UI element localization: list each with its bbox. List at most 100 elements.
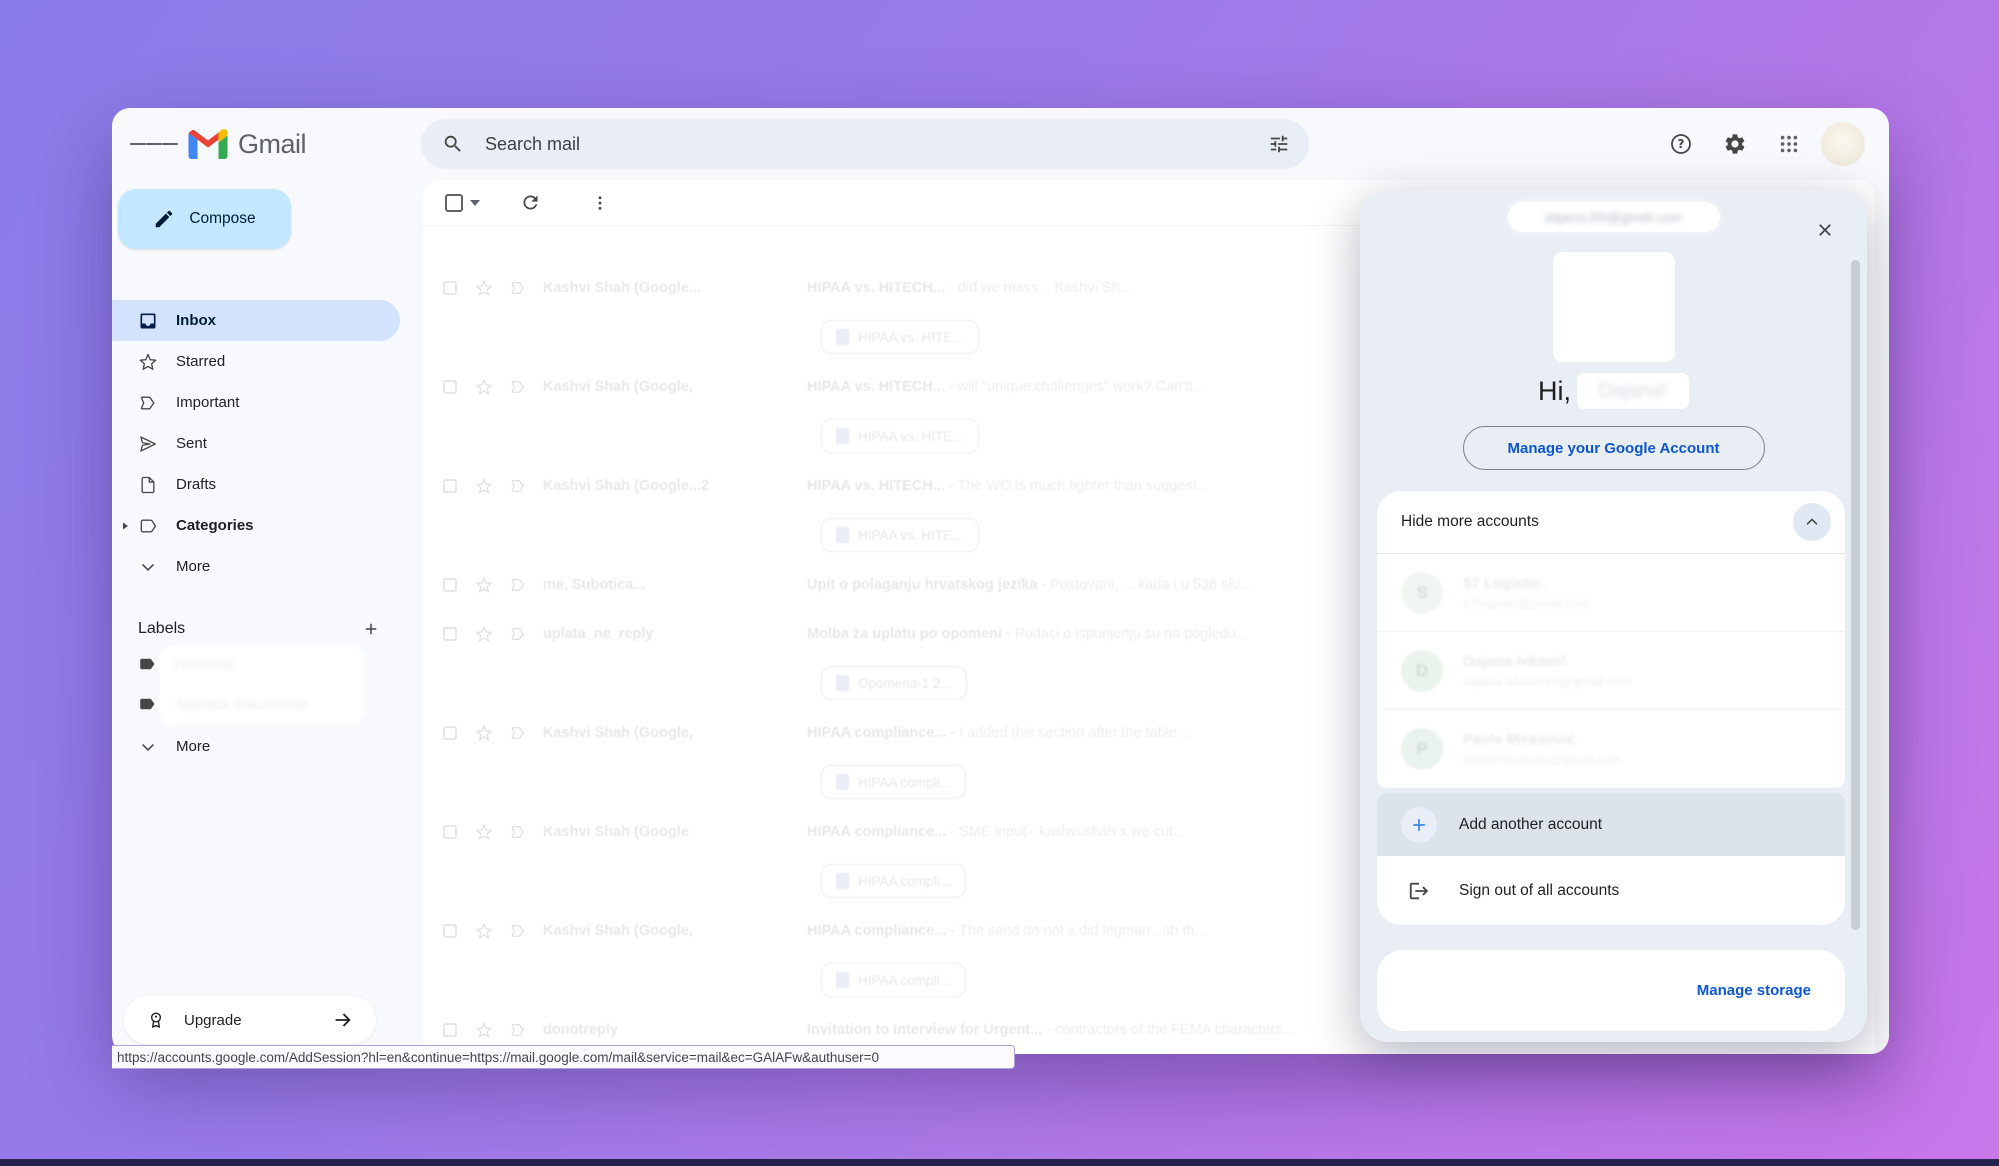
sidebar: Compose Inbox Starred Important Sent: [112, 180, 423, 1054]
sidebar-item-more[interactable]: More: [112, 546, 400, 587]
search-options-icon[interactable]: [1257, 122, 1301, 166]
attachment-chip[interactable]: Opomena-1 2...: [821, 666, 967, 700]
account-email: dajana.93i@gmail.com: [1545, 210, 1683, 225]
row-important-icon[interactable]: [509, 378, 527, 396]
row-important-icon[interactable]: [509, 625, 527, 643]
label-item[interactable]: Personal: [112, 644, 423, 684]
search-input[interactable]: Search mail: [485, 134, 1257, 155]
account-row[interactable]: D Dajana Ivković dajana.ivkovic93@gmail.…: [1377, 632, 1845, 710]
row-star-icon[interactable]: [475, 378, 493, 396]
email-subject: HIPAA compliance...: [807, 725, 946, 741]
row-checkbox-icon[interactable]: [441, 1021, 459, 1039]
row-important-icon[interactable]: [509, 1021, 527, 1039]
row-checkbox-icon[interactable]: [441, 378, 459, 396]
sidebar-item-starred[interactable]: Starred: [112, 341, 400, 382]
row-star-icon[interactable]: [475, 279, 493, 297]
hamburger-menu-icon[interactable]: [130, 120, 178, 168]
row-important-icon[interactable]: [509, 724, 527, 742]
attachment-chip[interactable]: HIPAA vs. HITE...: [821, 320, 979, 354]
account-row[interactable]: S 57 Logistic. s7logistic@gmail.com: [1377, 554, 1845, 632]
account-avatar-placeholder[interactable]: [1553, 252, 1675, 362]
sent-icon: [138, 434, 158, 454]
apps-grid-icon[interactable]: [1767, 122, 1811, 166]
sidebar-item-important[interactable]: Important: [112, 382, 400, 423]
email-sender: me, Subotica...: [543, 577, 791, 593]
create-label-plus-icon[interactable]: [362, 620, 380, 638]
row-checkbox-icon[interactable]: [441, 576, 459, 594]
email-sender: donotreply: [543, 1022, 791, 1038]
row-star-icon[interactable]: [475, 477, 493, 495]
manage-google-account-button[interactable]: Manage your Google Account: [1463, 426, 1765, 470]
row-checkbox-icon[interactable]: [441, 724, 459, 742]
row-checkbox-icon[interactable]: [441, 922, 459, 940]
row-star-icon[interactable]: [475, 576, 493, 594]
label-item[interactable]: Tegratta dokumenta: [112, 684, 423, 724]
account-row[interactable]: P Pavle Mirasović pavlemirasovic@gmail.c…: [1377, 710, 1845, 788]
row-important-icon[interactable]: [509, 823, 527, 841]
profile-avatar[interactable]: [1821, 122, 1865, 166]
row-important-icon[interactable]: [509, 279, 527, 297]
hide-more-accounts-row[interactable]: Hide more accounts: [1377, 491, 1845, 554]
email-snippet: - The send do not x did legman...ab th..…: [950, 923, 1206, 939]
attachment-name: HIPAA compli...: [858, 775, 951, 790]
attachment-chip[interactable]: HIPAA compli...: [821, 864, 966, 898]
row-star-icon[interactable]: [475, 625, 493, 643]
refresh-icon[interactable]: [510, 183, 550, 223]
account-email: dajana.ivkovic93@gmail.com: [1463, 674, 1632, 689]
sidebar-item-label: Drafts: [176, 476, 216, 493]
close-icon[interactable]: [1805, 210, 1845, 250]
attachment-chip[interactable]: HIPAA vs. HITE...: [821, 518, 979, 552]
caret-right-icon: [120, 521, 130, 531]
row-star-icon[interactable]: [475, 1021, 493, 1039]
accounts-card: Hide more accounts S 57 Logistic. s7logi…: [1377, 491, 1845, 788]
sign-out-all-button[interactable]: Sign out of all accounts: [1377, 856, 1845, 925]
attachment-name: HIPAA vs. HITE...: [858, 330, 964, 345]
account-avatar: S: [1401, 572, 1443, 614]
row-checkbox-icon[interactable]: [441, 625, 459, 643]
upgrade-label: Upgrade: [184, 1012, 242, 1029]
row-checkbox-icon[interactable]: [441, 823, 459, 841]
row-checkbox-icon[interactable]: [441, 477, 459, 495]
chevron-up-icon[interactable]: [1793, 503, 1831, 541]
labels-more[interactable]: More: [112, 726, 400, 767]
select-all-checkbox[interactable]: [445, 194, 480, 212]
row-checkbox-icon[interactable]: [441, 279, 459, 297]
email-snippet: - will "unique challenges" work? Can'tl.…: [949, 379, 1205, 395]
more-options-kebab-icon[interactable]: [580, 183, 620, 223]
storage-card: Manage storage: [1377, 950, 1845, 1031]
row-star-icon[interactable]: [475, 823, 493, 841]
compose-button[interactable]: Compose: [118, 189, 291, 249]
popup-scrollbar[interactable]: [1851, 260, 1860, 930]
email-sender: Kashvi Shah (Google,: [543, 725, 791, 741]
add-another-account-button[interactable]: Add another account: [1377, 793, 1845, 856]
link-status-bar: https://accounts.google.com/AddSession?h…: [112, 1045, 1015, 1069]
select-dropdown-icon: [470, 200, 480, 206]
labels-list: Personal Tegratta dokumenta: [112, 644, 423, 724]
manage-storage-link[interactable]: Manage storage: [1697, 982, 1811, 999]
sidebar-item-drafts[interactable]: Drafts: [112, 464, 400, 505]
sidebar-item-sent[interactable]: Sent: [112, 423, 400, 464]
sidebar-item-inbox[interactable]: Inbox: [112, 300, 400, 341]
attachment-chip[interactable]: HIPAA vs. HITE...: [821, 419, 979, 453]
account-name: Dajana Ivković: [1463, 653, 1632, 670]
search-icon[interactable]: [431, 122, 475, 166]
row-important-icon[interactable]: [509, 477, 527, 495]
attachment-chip[interactable]: HIPAA compli...: [821, 765, 966, 799]
attachment-chip[interactable]: HIPAA compli...: [821, 963, 966, 997]
important-icon: [138, 393, 158, 413]
sidebar-item-label: Inbox: [176, 312, 216, 329]
email-snippet: - Podaci o ispunjenju su na pogledu...: [1006, 626, 1248, 642]
row-star-icon[interactable]: [475, 724, 493, 742]
search-bar[interactable]: Search mail: [421, 119, 1309, 169]
email-subject: HIPAA vs. HITECH...: [807, 379, 945, 395]
sidebar-item-categories[interactable]: Categories: [112, 505, 400, 546]
attachment-doc-icon: [836, 428, 849, 444]
attachment-name: Opomena-1 2...: [858, 676, 952, 691]
settings-gear-icon[interactable]: [1713, 122, 1757, 166]
help-icon[interactable]: ?: [1659, 122, 1703, 166]
row-important-icon[interactable]: [509, 576, 527, 594]
row-important-icon[interactable]: [509, 922, 527, 940]
row-star-icon[interactable]: [475, 922, 493, 940]
label-tag-icon: [138, 695, 156, 713]
upgrade-button[interactable]: Upgrade: [124, 996, 376, 1044]
